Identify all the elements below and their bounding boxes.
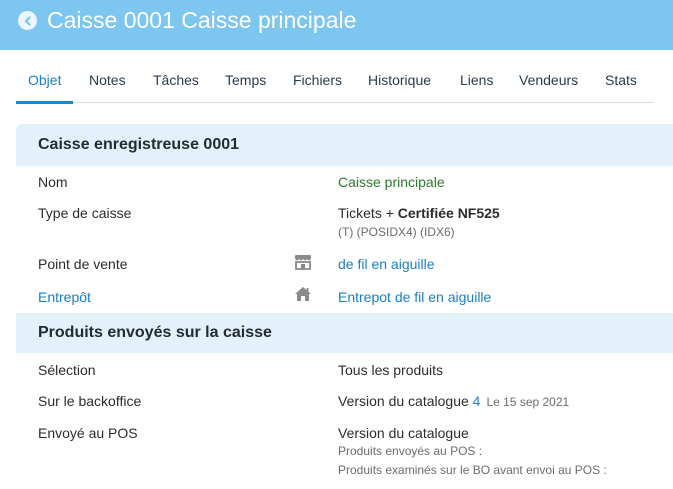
- pos-products-examined: Produits examinés sur le BO avant envoi …: [338, 463, 607, 477]
- catalogue-version-number: 4: [472, 393, 481, 409]
- field-label-selection: Sélection: [38, 362, 96, 378]
- field-value-backoffice: Version du catalogue 4 Le 15 sep 2021: [338, 393, 569, 409]
- entrepot-link[interactable]: Entrepot de fil en aiguille: [338, 289, 491, 305]
- section-header-caisse: Caisse enregistreuse 0001: [16, 124, 673, 166]
- store-icon: [294, 254, 312, 270]
- field-value-selection: Tous les produits: [338, 362, 444, 378]
- tab-objet[interactable]: Objet: [15, 66, 75, 104]
- page-title: Caisse 0001 Caisse principale: [47, 7, 357, 33]
- field-label-backoffice: Sur le backoffice: [38, 393, 142, 409]
- point-de-vente-link[interactable]: de fil en aiguille: [338, 256, 435, 272]
- tab-notes[interactable]: Notes: [89, 66, 126, 103]
- field-value-type: Tickets + Certifiée NF525: [338, 205, 500, 221]
- type-prefix: Tickets +: [338, 205, 398, 221]
- catalogue-date: Le 15 sep 2021: [486, 395, 570, 409]
- field-label-point-de-vente: Point de vente: [38, 256, 128, 272]
- tab-liens[interactable]: Liens: [460, 66, 493, 103]
- field-label-nom: Nom: [38, 174, 68, 190]
- chevron-left-icon: [24, 15, 31, 26]
- section-header-produits: Produits envoyés sur la caisse: [16, 313, 673, 353]
- section-title: Produits envoyés sur la caisse: [38, 324, 272, 341]
- tab-bar: Objet Notes Tâches Temps Fichiers Histor…: [15, 66, 654, 104]
- tab-stats[interactable]: Stats: [605, 66, 637, 103]
- field-value-nom: Caisse principale: [338, 174, 445, 190]
- field-label-pos: Envoyé au POS: [38, 425, 138, 441]
- page-header: Caisse 0001 Caisse principale: [0, 0, 673, 50]
- section-title: Caisse enregistreuse 0001: [38, 136, 240, 153]
- field-label-type: Type de caisse: [38, 205, 132, 221]
- back-button[interactable]: [18, 11, 37, 30]
- catalogue-version-label: Version du catalogue: [338, 393, 473, 409]
- field-value-pos: Version du catalogue: [338, 425, 469, 441]
- tab-historique[interactable]: Historique: [368, 66, 431, 103]
- tab-vendeurs[interactable]: Vendeurs: [519, 66, 578, 103]
- tab-taches[interactable]: Tâches: [153, 66, 199, 103]
- pos-products-sent: Produits envoyés au POS :: [338, 444, 483, 458]
- home-icon: [294, 286, 312, 302]
- tab-fichiers[interactable]: Fichiers: [293, 66, 342, 103]
- field-detail-type: (T) (POSIDX4) (IDX6): [338, 225, 455, 239]
- tab-temps[interactable]: Temps: [225, 66, 266, 103]
- certification-label: Certifiée NF525: [397, 205, 500, 221]
- entrepot-label-link[interactable]: Entrepôt: [38, 289, 91, 305]
